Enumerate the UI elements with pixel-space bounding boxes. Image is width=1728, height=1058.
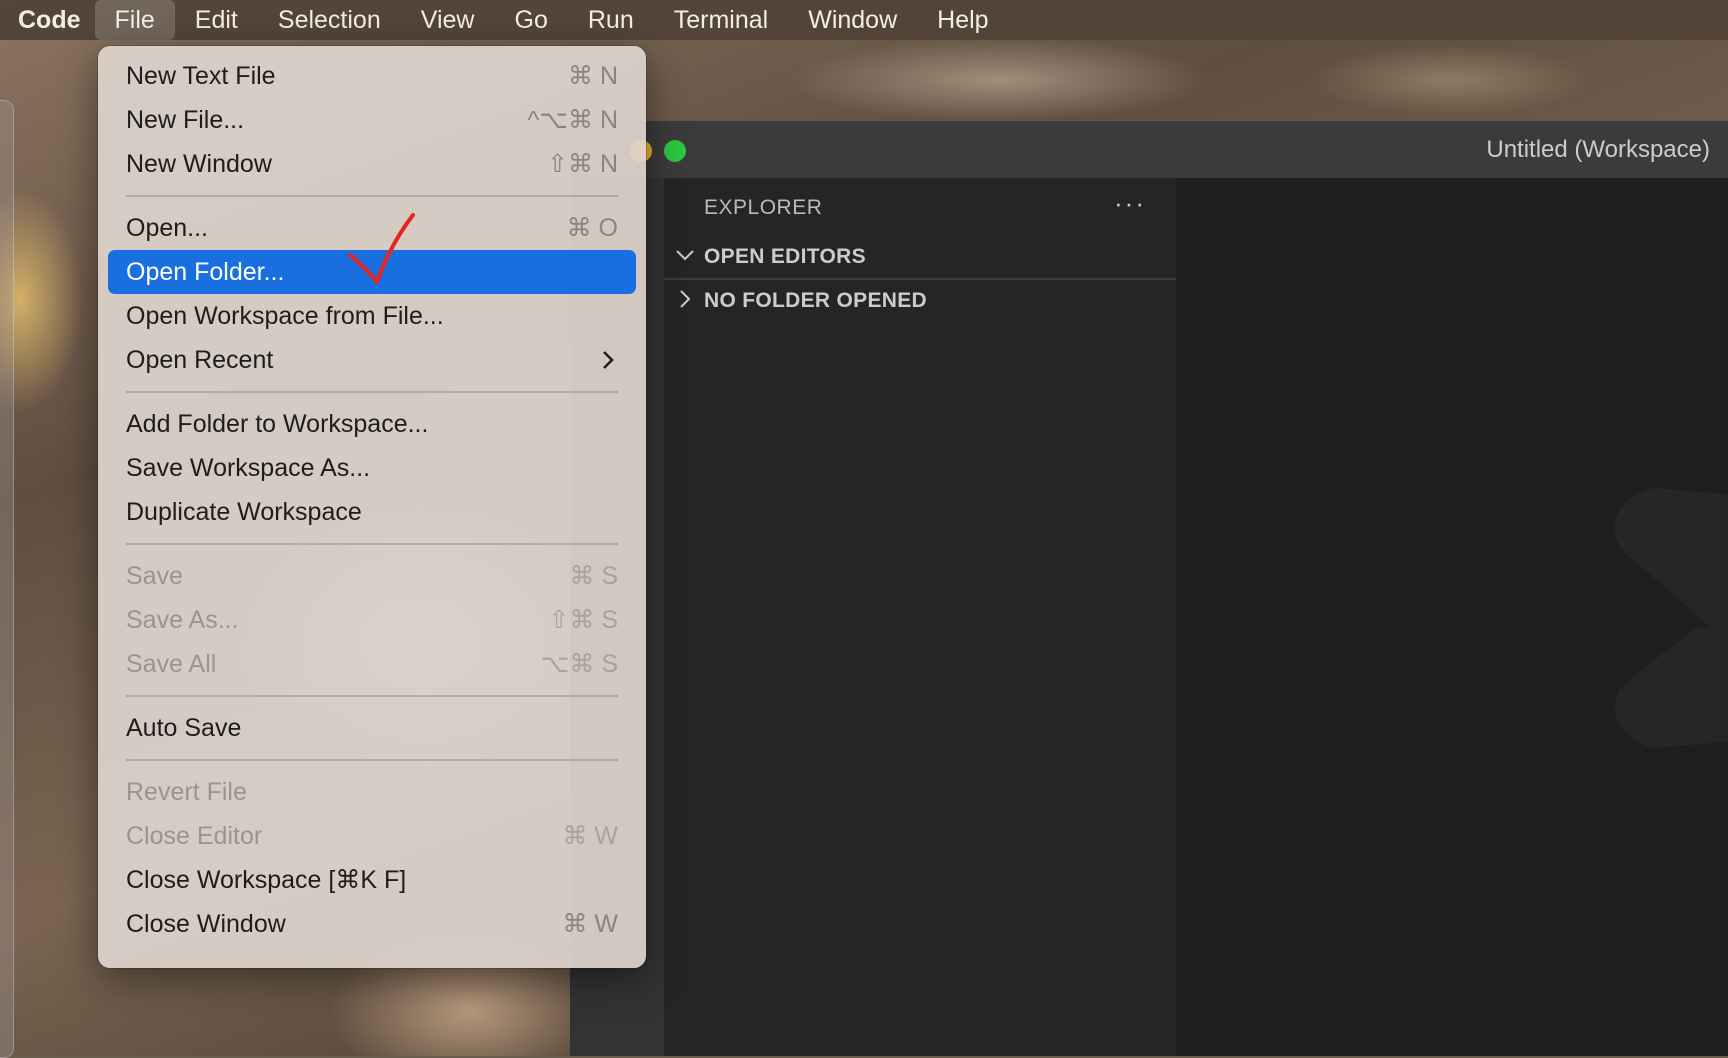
menu-item-open-workspace-from-file[interactable]: Open Workspace from File... xyxy=(108,294,636,338)
menu-item-label: Open Recent xyxy=(126,346,274,374)
menu-window[interactable]: Window xyxy=(788,0,917,40)
menu-app-code[interactable]: Code xyxy=(0,0,95,40)
chevron-right-icon xyxy=(603,351,614,369)
menu-item-add-folder-to-workspace[interactable]: Add Folder to Workspace... xyxy=(108,402,636,446)
chevron-right-icon xyxy=(680,290,691,308)
menu-separator xyxy=(126,759,618,761)
menu-item-label: Save All xyxy=(126,650,217,678)
menu-run[interactable]: Run xyxy=(568,0,654,40)
menu-item-auto-save[interactable]: Auto Save xyxy=(108,706,636,750)
menu-item-label: Close Editor xyxy=(126,822,263,850)
menu-item-label: Auto Save xyxy=(126,714,242,742)
menu-item-close-editor: Close Editor ⌘ W xyxy=(108,814,636,858)
menu-item-label: Add Folder to Workspace... xyxy=(126,410,429,438)
more-actions-icon[interactable]: ··· xyxy=(1114,188,1146,219)
menu-separator xyxy=(126,543,618,545)
editor-area xyxy=(1176,178,1728,1056)
menu-item-new-file[interactable]: New File... ^⌥⌘ N xyxy=(108,98,636,142)
menu-item-label: Save xyxy=(126,562,183,590)
menu-item-shortcut: ^⌥⌘ N xyxy=(527,106,618,134)
menu-item-save-workspace-as[interactable]: Save Workspace As... xyxy=(108,446,636,490)
menu-item-shortcut: ⌥⌘ S xyxy=(540,650,618,678)
menu-item-open-recent[interactable]: Open Recent xyxy=(108,338,636,382)
window-title: Untitled (Workspace) xyxy=(1486,136,1710,163)
menu-separator xyxy=(126,391,618,393)
dock xyxy=(0,100,14,1058)
menu-item-label: Close Window xyxy=(126,910,286,938)
checkmark-annotation xyxy=(348,213,415,284)
menu-item-label: Open Workspace from File... xyxy=(126,302,444,330)
menu-item-label: Revert File xyxy=(126,778,247,806)
menu-help[interactable]: Help xyxy=(917,0,1008,40)
menu-item-label: Save Workspace As... xyxy=(126,454,371,482)
menu-item-shortcut: ⌘ S xyxy=(569,562,618,590)
section-label: OPEN EDITORS xyxy=(704,245,866,268)
explorer-header: EXPLORER xyxy=(704,196,823,219)
zoom-button[interactable] xyxy=(664,140,686,162)
menu-item-label: Open Folder... xyxy=(126,258,285,286)
menu-separator xyxy=(126,195,618,197)
menu-terminal[interactable]: Terminal xyxy=(654,0,788,40)
menu-item-save-as: Save As... ⇧⌘ S xyxy=(108,598,636,642)
menu-item-save-all: Save All ⌥⌘ S xyxy=(108,642,636,686)
menu-item-shortcut: ⌘ W xyxy=(562,822,618,850)
menu-item-shortcut: ⌘ N xyxy=(568,62,618,90)
menu-item-shortcut: ⌘ O xyxy=(566,214,618,242)
menu-file[interactable]: File xyxy=(94,0,175,40)
menu-item-label: Duplicate Workspace xyxy=(126,498,362,526)
menu-bar: Code File Edit Selection View Go Run Ter… xyxy=(0,0,1728,40)
explorer-sidebar: EXPLORER ··· OPEN EDITORS NO FOLDER OPEN… xyxy=(664,178,1176,1056)
menu-edit[interactable]: Edit xyxy=(175,0,258,40)
menu-item-new-window[interactable]: New Window ⇧⌘ N xyxy=(108,142,636,186)
menu-item-shortcut: ⇧⌘ N xyxy=(547,150,618,178)
menu-item-close-window[interactable]: Close Window ⌘ W xyxy=(108,902,636,946)
vscode-logo-watermark xyxy=(1615,488,1728,748)
menu-item-shortcut: ⇧⌘ S xyxy=(548,606,618,634)
vscode-window: Untitled (Workspace) EXPLORER ··· OPEN E… xyxy=(570,120,1728,1056)
file-menu-dropdown: New Text File ⌘ N New File... ^⌥⌘ N New Wind… xyxy=(98,46,646,968)
menu-selection[interactable]: Selection xyxy=(258,0,401,40)
menu-item-new-text-file[interactable]: New Text File ⌘ N xyxy=(108,54,636,98)
chevron-down-icon xyxy=(676,250,694,261)
menu-item-label: Open... xyxy=(126,214,208,242)
menu-item-label: Close Workspace [⌘K F] xyxy=(126,866,407,894)
menu-item-duplicate-workspace[interactable]: Duplicate Workspace xyxy=(108,490,636,534)
section-no-folder-opened[interactable]: NO FOLDER OPENED xyxy=(664,280,1176,320)
menu-item-label: New File... xyxy=(126,106,245,134)
menu-item-label: Save As... xyxy=(126,606,239,634)
menu-item-label: New Window xyxy=(126,150,272,178)
menu-item-shortcut: ⌘ W xyxy=(562,910,618,938)
menu-separator xyxy=(126,695,618,697)
menu-go[interactable]: Go xyxy=(495,0,568,40)
menu-item-revert-file: Revert File xyxy=(108,770,636,814)
section-label: NO FOLDER OPENED xyxy=(704,289,927,312)
menu-item-label: New Text File xyxy=(126,62,276,90)
window-titlebar: Untitled (Workspace) xyxy=(570,120,1728,178)
menu-item-save: Save ⌘ S xyxy=(108,554,636,598)
menu-view[interactable]: View xyxy=(401,0,495,40)
menu-item-close-workspace-k-f[interactable]: Close Workspace [⌘K F] xyxy=(108,858,636,902)
section-open-editors[interactable]: OPEN EDITORS xyxy=(664,236,1176,280)
